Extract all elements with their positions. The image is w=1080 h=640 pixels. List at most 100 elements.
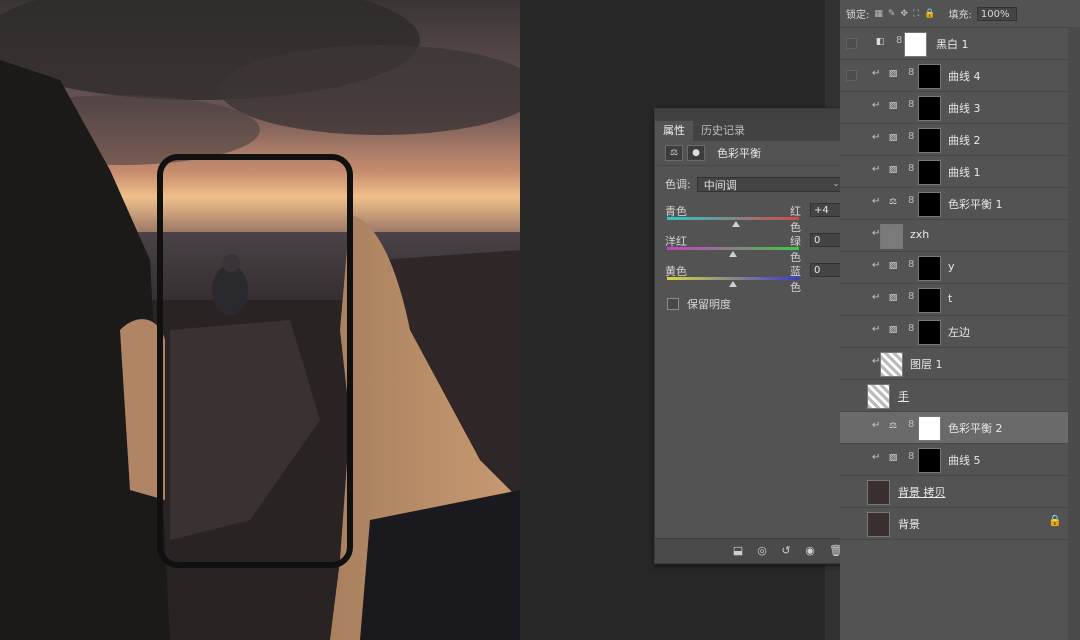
layers-scrollbar[interactable]	[1068, 27, 1080, 640]
layer-row[interactable]: ↵ ▨ 8 y	[840, 252, 1068, 284]
layer-row-selected[interactable]: ↵ ⚖ 8 色彩平衡 2	[840, 412, 1068, 444]
layer-row[interactable]: 背景 🔒	[840, 508, 1068, 540]
curves-adjustment-icon: ▨	[888, 101, 898, 111]
layer-name: 图层 1	[910, 358, 943, 371]
fill-label: 填充:	[948, 10, 972, 21]
preserve-luminosity-checkbox[interactable]	[667, 298, 679, 310]
layer-name: 曲线 4	[948, 70, 981, 83]
magenta-green-slider[interactable]: 洋红 绿色 0	[665, 233, 855, 264]
black-white-adjustment-icon: ◧	[875, 37, 885, 47]
layer-row[interactable]: 背景 拷贝	[840, 476, 1068, 508]
layer-mask-thumbnail[interactable]	[918, 256, 941, 281]
properties-panel[interactable]: ▸▸ ✕ 属性 历史记录 ⚖ ● 色彩平衡 色调: 中间调 ⌄ 青色 红色 +4…	[654, 108, 866, 564]
clip-arrow-icon: ↵	[872, 132, 881, 143]
layer-row[interactable]: ↵ ▨ 8 t	[840, 284, 1068, 316]
layer-mask-thumbnail[interactable]	[904, 32, 927, 57]
tab-history[interactable]: 历史记录	[693, 121, 753, 141]
slider-track[interactable]	[667, 247, 799, 250]
link-icon[interactable]: 8	[908, 291, 914, 302]
slider-track[interactable]	[667, 277, 799, 280]
layer-name: 色彩平衡 2	[948, 422, 1003, 435]
clip-arrow-icon: ↵	[872, 324, 881, 335]
layer-name: 背景 拷贝	[898, 486, 946, 499]
reset-icon[interactable]: ↺	[777, 543, 795, 559]
lock-position-icon[interactable]: ✥	[900, 9, 908, 19]
clip-to-layer-icon[interactable]: ⬓	[729, 543, 747, 559]
layer-mask-thumbnail[interactable]	[918, 64, 941, 89]
slider-value-field[interactable]: +4	[810, 203, 844, 217]
layer-thumbnail[interactable]	[867, 384, 890, 409]
lock-artboard-icon[interactable]: ⛶	[913, 9, 919, 19]
layer-row[interactable]: ↵ ▨ 8 曲线 5	[840, 444, 1068, 476]
fill-input[interactable]: 100%	[976, 6, 1017, 21]
layer-row[interactable]: ↵ ▨ 8 左边	[840, 316, 1068, 348]
lock-transparent-icon[interactable]: ▦	[874, 9, 883, 19]
layer-row[interactable]: ◧ 8 黑白 1	[840, 28, 1068, 60]
link-icon[interactable]: 8	[896, 35, 902, 46]
photo-composite	[0, 0, 520, 640]
layers-panel[interactable]: 锁定: ▦ ✎ ✥ ⛶ 🔒 填充: 100% ◧ 8 黑白 1 ↵ ▨ 8 曲线…	[840, 0, 1080, 640]
layer-mask-thumbnail[interactable]	[918, 320, 941, 345]
balance-scale-icon[interactable]: ⚖	[665, 145, 683, 161]
layer-name: 曲线 2	[948, 134, 981, 147]
view-previous-icon[interactable]: ◎	[753, 543, 771, 559]
curves-adjustment-icon: ▨	[888, 261, 898, 271]
layer-row[interactable]: ↵ ▨ 8 曲线 4	[840, 60, 1068, 92]
link-icon[interactable]: 8	[908, 419, 914, 430]
lock-paint-icon[interactable]: ✎	[888, 9, 896, 19]
clip-arrow-icon: ↵	[872, 68, 881, 79]
layer-name: 曲线 1	[948, 166, 981, 179]
link-icon[interactable]: 8	[908, 163, 914, 174]
mask-icon[interactable]: ●	[687, 145, 705, 161]
layer-thumbnail[interactable]	[880, 224, 903, 249]
curves-adjustment-icon: ▨	[888, 133, 898, 143]
curves-adjustment-icon: ▨	[888, 453, 898, 463]
chevron-down-icon: ⌄	[832, 178, 840, 189]
slider-track[interactable]	[667, 217, 799, 220]
link-icon[interactable]: 8	[908, 451, 914, 462]
yellow-blue-slider[interactable]: 黄色 蓝色 0	[665, 263, 855, 294]
layer-mask-thumbnail[interactable]	[918, 448, 941, 473]
layer-mask-thumbnail[interactable]	[918, 416, 941, 441]
layer-row[interactable]: ↵ ⚖ 8 色彩平衡 1	[840, 188, 1068, 220]
preserve-luminosity[interactable]: 保留明度	[667, 296, 731, 312]
link-icon[interactable]: 8	[908, 259, 914, 270]
tab-properties[interactable]: 属性	[655, 121, 693, 141]
layer-row[interactable]: ↵ zxh	[840, 220, 1068, 252]
lock-all-icon[interactable]: 🔒	[924, 9, 935, 19]
slider-value-field[interactable]: 0	[810, 263, 844, 277]
layer-thumbnail[interactable]	[880, 352, 903, 377]
layer-name: 手	[898, 390, 909, 403]
link-icon[interactable]: 8	[908, 195, 914, 206]
document-canvas[interactable]	[0, 0, 520, 640]
slider-value-field[interactable]: 0	[810, 233, 844, 247]
layer-row[interactable]: ↵ 图层 1	[840, 348, 1068, 380]
link-icon[interactable]: 8	[908, 131, 914, 142]
layer-mask-thumbnail[interactable]	[918, 96, 941, 121]
clip-arrow-icon: ↵	[872, 292, 881, 303]
panel-titlebar[interactable]: ▸▸ ✕	[655, 108, 865, 119]
layer-mask-thumbnail[interactable]	[918, 192, 941, 217]
curves-adjustment-icon: ▨	[888, 325, 898, 335]
layer-row[interactable]: 手	[840, 380, 1068, 412]
tone-select[interactable]: 中间调 ⌄	[696, 176, 845, 192]
link-icon[interactable]: 8	[908, 67, 914, 78]
layer-mask-thumbnail[interactable]	[918, 128, 941, 153]
visibility-eye-icon[interactable]: ◉	[801, 543, 819, 559]
slider-thumb[interactable]	[729, 281, 737, 287]
link-icon[interactable]: 8	[908, 323, 914, 334]
layer-mask-thumbnail[interactable]	[918, 288, 941, 313]
adjustment-title: 色彩平衡	[717, 147, 761, 160]
visibility-toggle[interactable]	[846, 38, 857, 49]
slider-thumb[interactable]	[729, 251, 737, 257]
visibility-toggle[interactable]	[846, 70, 857, 81]
layer-mask-thumbnail[interactable]	[918, 160, 941, 185]
layer-row[interactable]: ↵ ▨ 8 曲线 1	[840, 156, 1068, 188]
layer-row[interactable]: ↵ ▨ 8 曲线 3	[840, 92, 1068, 124]
layer-thumbnail[interactable]	[867, 512, 890, 537]
slider-thumb[interactable]	[731, 221, 740, 227]
link-icon[interactable]: 8	[908, 99, 914, 110]
cyan-red-slider[interactable]: 青色 红色 +4	[665, 203, 855, 234]
layer-row[interactable]: ↵ ▨ 8 曲线 2	[840, 124, 1068, 156]
layer-thumbnail[interactable]	[867, 480, 890, 505]
